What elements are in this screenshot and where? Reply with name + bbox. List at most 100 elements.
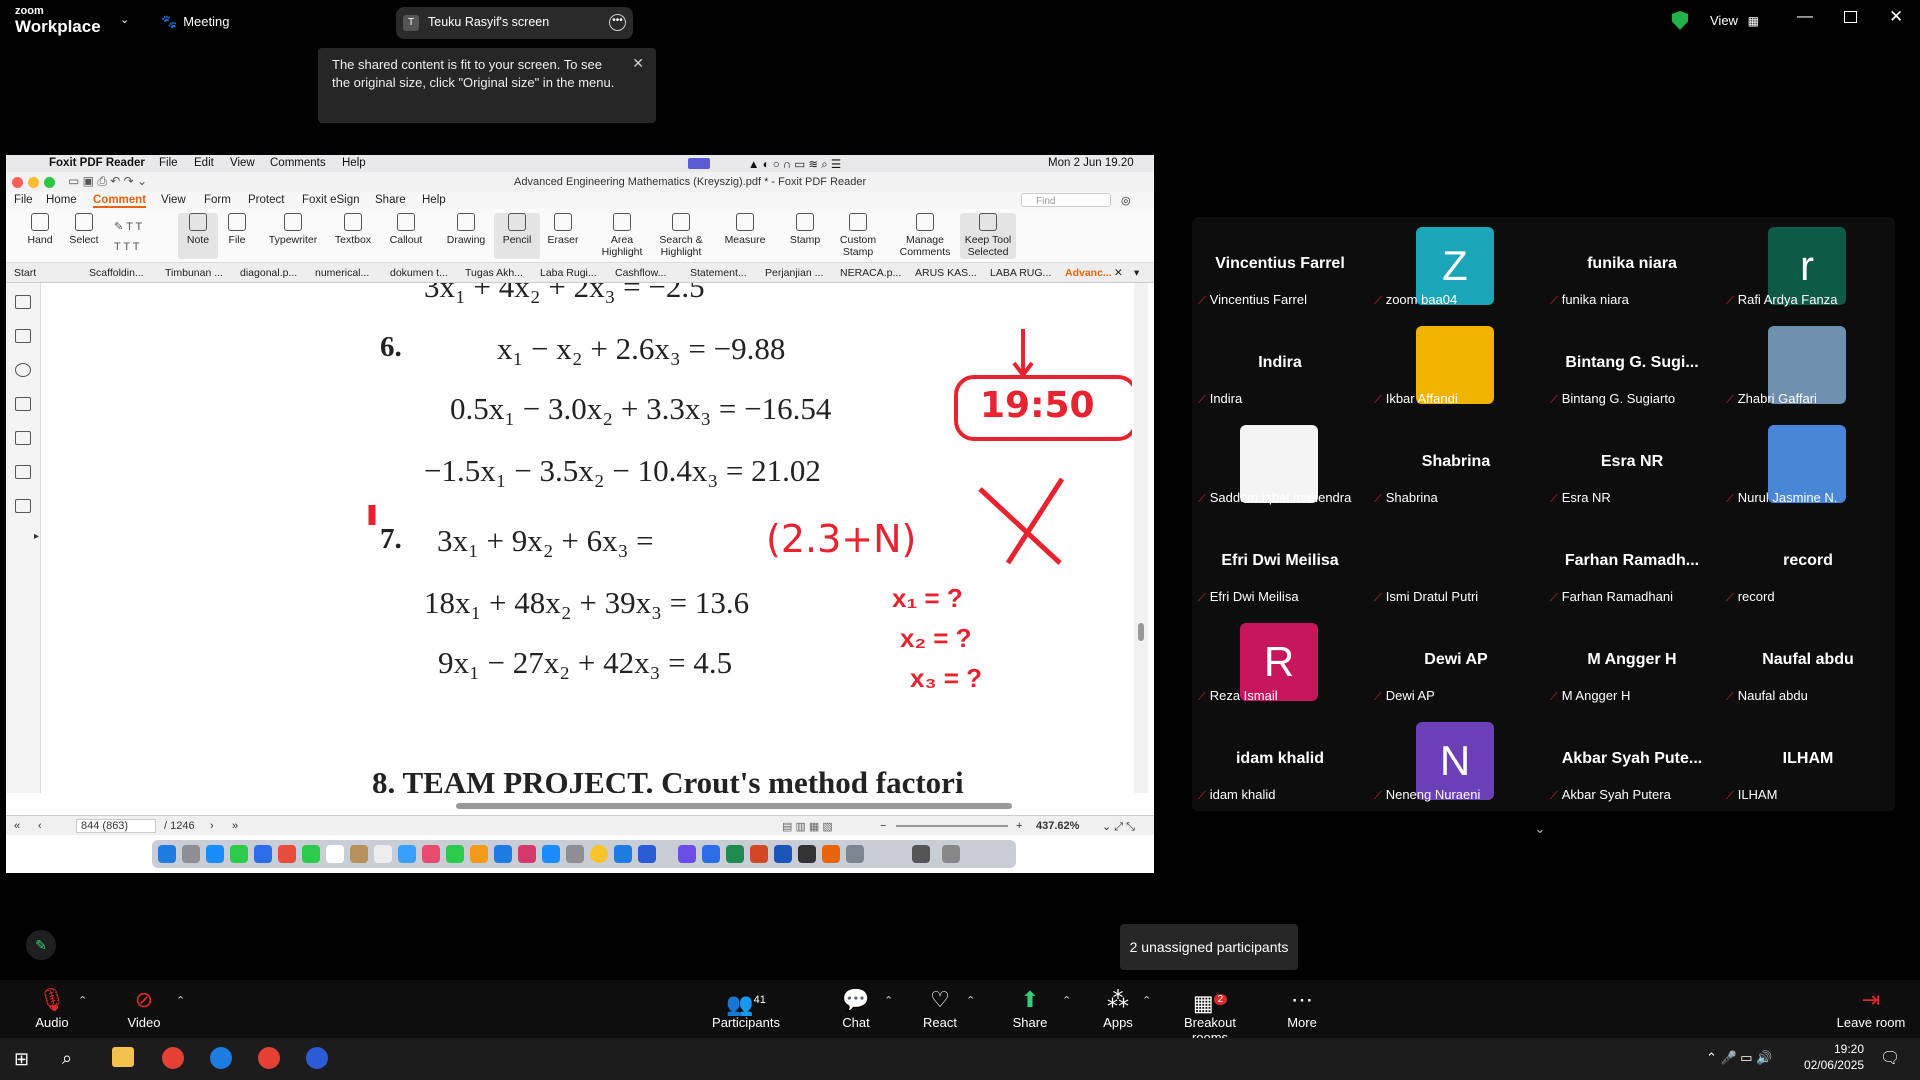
shield-icon[interactable] — [1672, 11, 1688, 30]
safari-icon[interactable] — [206, 845, 224, 863]
foxit-menu-esign[interactable]: Foxit eSign — [302, 194, 360, 206]
mac-menu-view[interactable]: View — [230, 157, 255, 169]
find-input[interactable]: Find — [1021, 193, 1111, 207]
eraser-tool[interactable]: Eraser — [540, 213, 586, 246]
zoom-app-icon[interactable] — [638, 845, 656, 863]
share-caret-icon[interactable]: ⌃ — [1062, 994, 1071, 1007]
callout-tool[interactable]: Callout — [382, 213, 430, 246]
breakout-rooms-button[interactable]: ▦2 Breakout rooms — [1166, 988, 1254, 1045]
chat-caret-icon[interactable]: ⌃ — [884, 994, 893, 1007]
video-button[interactable]: ⊘ Video — [122, 988, 166, 1031]
doc-tab[interactable]: diagonal.p... — [240, 267, 297, 279]
zoom-taskbar-icon[interactable] — [306, 1047, 328, 1069]
foxit-menu-file[interactable]: File — [14, 194, 33, 206]
view-mode-icons[interactable]: ▤ ▥ ▦ ▧ — [782, 820, 833, 833]
participant-tile[interactable]: Naufal abdu ⟋ Naufal abdu — [1720, 613, 1896, 712]
stamp-tool[interactable]: Stamp — [782, 213, 828, 246]
mac-close-button[interactable] — [12, 177, 23, 188]
tv-icon[interactable] — [422, 845, 440, 863]
notification-icon[interactable]: 🗨 — [1880, 1048, 1900, 1068]
doc-tab[interactable]: Start — [14, 267, 36, 279]
keynote-icon[interactable] — [494, 845, 512, 863]
react-button[interactable]: ♡ React — [920, 988, 960, 1031]
foxit-menu-view[interactable]: View — [161, 194, 186, 206]
more-button[interactable]: ⋯ More — [1282, 988, 1322, 1031]
mac-menu-help[interactable]: Help — [342, 157, 366, 169]
participant-tile[interactable]: Farhan Ramadh... ⟋ Farhan Ramadhani — [1544, 514, 1720, 613]
trash-icon[interactable] — [942, 845, 960, 863]
unassigned-participants-badge[interactable]: 2 unassigned participants — [1120, 924, 1298, 970]
participant-tile[interactable]: Akbar Syah Pute... ⟋ Akbar Syah Putera — [1544, 712, 1720, 811]
file-explorer-icon[interactable] — [112, 1047, 134, 1067]
participant-tile[interactable]: Vincentius Farrel ⟋ Vincentius Farrel — [1192, 217, 1368, 316]
photos-icon[interactable] — [278, 845, 296, 863]
text-markup-tools[interactable]: ✎ T TT T T — [114, 217, 142, 257]
search-highlight-tool[interactable]: Search & Highlight — [652, 213, 710, 258]
participant-tile[interactable]: R ⟋ Reza Ismail — [1192, 613, 1368, 712]
view-menu[interactable]: View ▦ — [1710, 13, 1759, 28]
participant-tile[interactable]: ⟋ Ikbar Affandi — [1368, 316, 1544, 415]
tray-icons[interactable]: ⌃ 🎤 ▭ 🔊 — [1706, 1050, 1772, 1066]
doc-tab[interactable]: Perjanjian ... — [765, 267, 823, 279]
facetime-icon[interactable] — [302, 845, 320, 863]
vertical-scrollbar[interactable] — [1134, 283, 1148, 793]
doc-tab[interactable]: LABA RUG... — [990, 267, 1051, 279]
audio-button[interactable]: 🎙 Audio — [30, 988, 74, 1031]
comments-icon[interactable] — [15, 363, 31, 377]
participant-tile[interactable]: idam khalid ⟋ idam khalid — [1192, 712, 1368, 811]
participant-tile[interactable]: M Angger H ⟋ M Angger H — [1544, 613, 1720, 712]
participant-tile[interactable]: Dewi AP ⟋ Dewi AP — [1368, 613, 1544, 712]
typewriter-tool[interactable]: Typewriter — [262, 213, 324, 246]
react-caret-icon[interactable]: ⌃ — [966, 994, 975, 1007]
participant-tile[interactable]: Esra NR ⟋ Esra NR — [1544, 415, 1720, 514]
doc-tab[interactable]: numerical... — [315, 267, 369, 279]
mac-menu-file[interactable]: File — [159, 157, 178, 169]
zoom-slider[interactable] — [896, 825, 1008, 827]
preview-icon[interactable] — [846, 845, 864, 863]
participants-button[interactable]: 👥41 Participants — [712, 988, 780, 1030]
chrome-icon[interactable] — [162, 1047, 184, 1069]
doc-tab[interactable]: Timbunan ... — [165, 267, 223, 279]
music-icon[interactable] — [518, 845, 536, 863]
chrome-icon[interactable] — [590, 845, 608, 863]
app-icon[interactable] — [210, 1047, 232, 1069]
freeform-icon[interactable] — [398, 845, 416, 863]
chevron-down-icon[interactable]: ⌄ — [120, 13, 129, 26]
meeting-menu[interactable]: 🐾 Meeting — [161, 14, 229, 30]
foxit-menu-share[interactable]: Share — [375, 194, 406, 206]
prev-page-icon[interactable]: ‹ — [38, 820, 42, 832]
doc-tab-active[interactable]: Advanc... — [1065, 267, 1112, 279]
participant-tile[interactable]: ILHAM ⟋ ILHAM — [1720, 712, 1896, 811]
account-icon[interactable]: ◎ — [1121, 194, 1131, 207]
more-options-icon[interactable]: ••• — [609, 14, 626, 31]
participant-tile[interactable]: r ⟋ Rafi Ardya Fanza — [1720, 217, 1896, 316]
keep-tool-selected[interactable]: Keep Tool Selected — [960, 213, 1016, 259]
reminders-icon[interactable] — [374, 845, 392, 863]
doc-tab[interactable]: Cashflow... — [615, 267, 666, 279]
word-icon[interactable] — [702, 845, 720, 863]
custom-stamp-tool[interactable]: Custom Stamp — [832, 213, 884, 258]
minimize-icon[interactable]: — — [1797, 8, 1813, 26]
bookmark-icon[interactable] — [15, 295, 31, 309]
launchpad-icon[interactable] — [182, 845, 200, 863]
fit-icons[interactable]: ⌄ ⤢ ⤡ — [1102, 820, 1135, 834]
annotate-pen-icon[interactable]: ✎ — [26, 930, 56, 960]
participant-tile[interactable]: N ⟋ Neneng Nuraeni — [1368, 712, 1544, 811]
foxit-menu-protect[interactable]: Protect — [248, 194, 284, 206]
numbers-icon[interactable] — [446, 845, 464, 863]
mac-menu-comments[interactable]: Comments — [270, 157, 326, 169]
doc-tab[interactable]: ARUS KAS... — [915, 267, 977, 279]
doc-tab[interactable]: NERACA.p... — [840, 267, 901, 279]
calendar-icon[interactable] — [326, 845, 344, 863]
doc-tab[interactable]: Statement... — [690, 267, 747, 279]
windows-start-icon[interactable]: ⊞ — [14, 1049, 29, 1070]
participant-tile[interactable]: Indira ⟋ Indira — [1192, 316, 1368, 415]
finder-icon[interactable] — [158, 845, 176, 863]
manage-comments-tool[interactable]: Manage Comments — [896, 213, 954, 258]
steam-icon[interactable] — [798, 845, 816, 863]
contacts-icon[interactable] — [350, 845, 368, 863]
apps-caret-icon[interactable]: ⌃ — [1142, 994, 1151, 1007]
lock-icon[interactable] — [15, 465, 31, 479]
note-tool[interactable]: Note — [178, 213, 218, 259]
first-page-icon[interactable]: « — [14, 820, 20, 832]
